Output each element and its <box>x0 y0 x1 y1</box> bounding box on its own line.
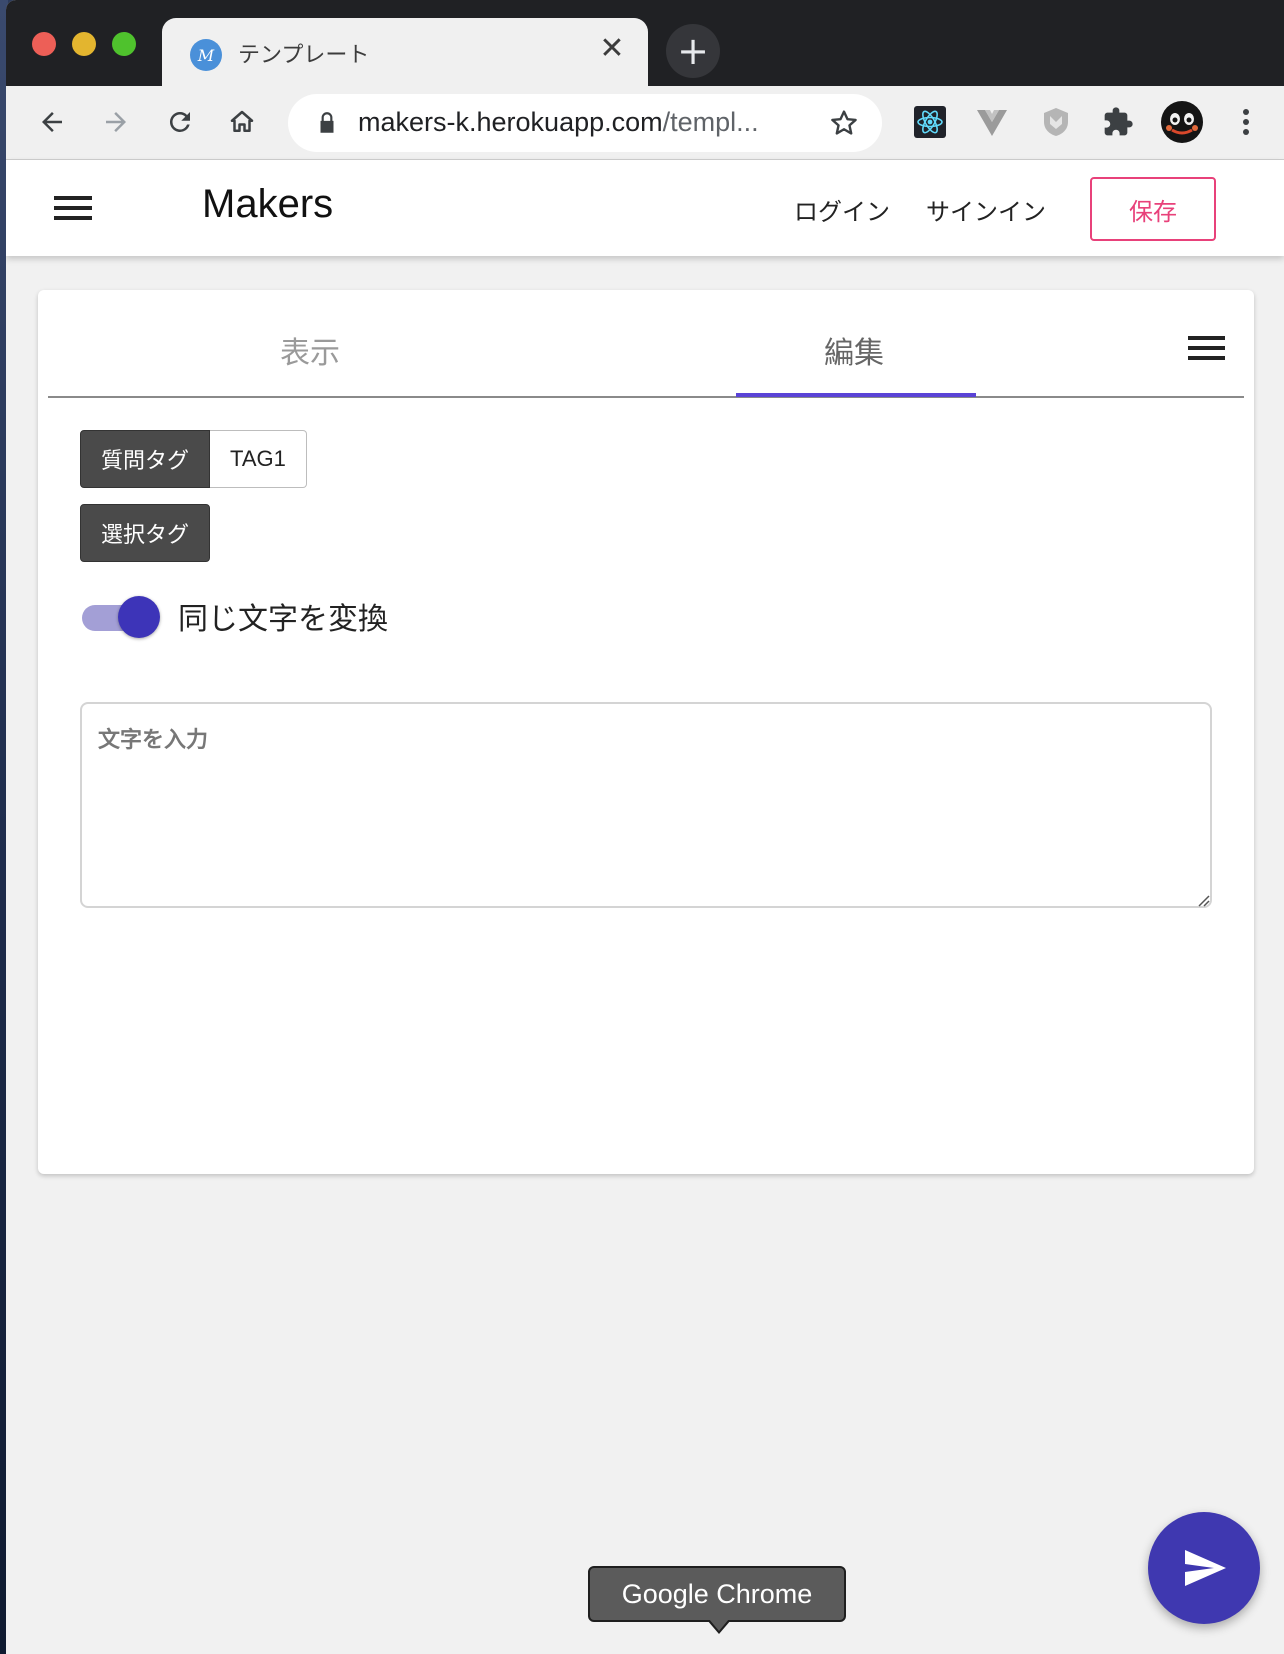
dock-tooltip: Google Chrome <box>588 1566 846 1622</box>
url-domain: makers-k.herokuapp.com <box>358 107 663 137</box>
signin-link[interactable]: サインイン <box>926 192 1046 227</box>
url-text: makers-k.herokuapp.com/templ... <box>358 107 759 138</box>
tab-edit[interactable]: 編集 <box>824 328 884 372</box>
tooltip-tail-inner <box>709 1619 729 1631</box>
favicon-letter: M <box>197 45 215 65</box>
tab-title: テンプレート <box>238 43 370 68</box>
home-icon[interactable] <box>222 102 262 142</box>
minimize-window-button[interactable] <box>72 32 96 56</box>
toggle-label: 同じ文字を変換 <box>178 602 388 637</box>
question-tag-value[interactable]: TAG1 <box>210 430 307 488</box>
question-tag-button[interactable]: 質問タグ <box>80 430 211 488</box>
active-tab-indicator <box>736 393 976 397</box>
choice-tag-button[interactable]: 選択タグ <box>80 504 211 562</box>
nav-menu-icon[interactable] <box>54 190 98 226</box>
tab-view[interactable]: 表示 <box>280 328 340 372</box>
lock-icon[interactable] <box>314 110 340 136</box>
send-button[interactable] <box>1148 1512 1260 1624</box>
close-tab-icon[interactable]: ✕ <box>594 30 630 66</box>
brand-title[interactable]: Makers <box>202 182 333 227</box>
resize-handle-icon[interactable] <box>1196 892 1210 907</box>
close-window-button[interactable] <box>32 32 56 56</box>
tab-strip: M テンプレート ✕ + <box>6 0 1284 86</box>
zoom-window-button[interactable] <box>112 32 136 56</box>
address-bar[interactable]: makers-k.herokuapp.com/templ... <box>288 94 882 152</box>
tab-favicon-icon: M <box>190 39 222 71</box>
browser-toolbar: makers-k.herokuapp.com/templ... <box>6 86 1284 160</box>
forward-icon[interactable] <box>96 102 136 142</box>
card-menu-icon[interactable] <box>1188 336 1228 366</box>
more-menu-icon[interactable] <box>1226 102 1266 142</box>
app-header: Makers ログイン サインイン 保存 <box>6 160 1284 256</box>
question-tag-group: 質問タグ TAG1 <box>80 430 307 488</box>
text-input-area[interactable] <box>80 702 1212 908</box>
react-devtools-icon[interactable] <box>910 102 950 142</box>
toggle-thumb <box>118 596 160 638</box>
convert-same-chars-toggle[interactable] <box>82 596 160 638</box>
profile-avatar[interactable] <box>1160 100 1204 144</box>
view-edit-tabs: 表示 編集 <box>48 290 1244 398</box>
shield-extension-icon[interactable] <box>1036 102 1076 142</box>
extensions-icon[interactable] <box>1098 102 1138 142</box>
new-tab-button[interactable]: + <box>666 24 720 78</box>
star-icon[interactable] <box>828 107 860 139</box>
vue-devtools-icon[interactable] <box>972 102 1012 142</box>
editor-card: 表示 編集 質問タグ TAG1 選択タグ 同じ文字を変換 <box>38 290 1254 1174</box>
reload-icon[interactable] <box>160 102 200 142</box>
send-icon <box>1185 1550 1226 1586</box>
browser-tab-active[interactable]: M テンプレート ✕ <box>162 18 648 86</box>
login-link[interactable]: ログイン <box>794 192 890 227</box>
back-icon[interactable] <box>32 102 72 142</box>
save-button[interactable]: 保存 <box>1090 177 1216 241</box>
browser-window: M テンプレート ✕ + makers-k.herokuapp.com/temp… <box>6 0 1284 1654</box>
url-path: /templ... <box>662 107 759 137</box>
